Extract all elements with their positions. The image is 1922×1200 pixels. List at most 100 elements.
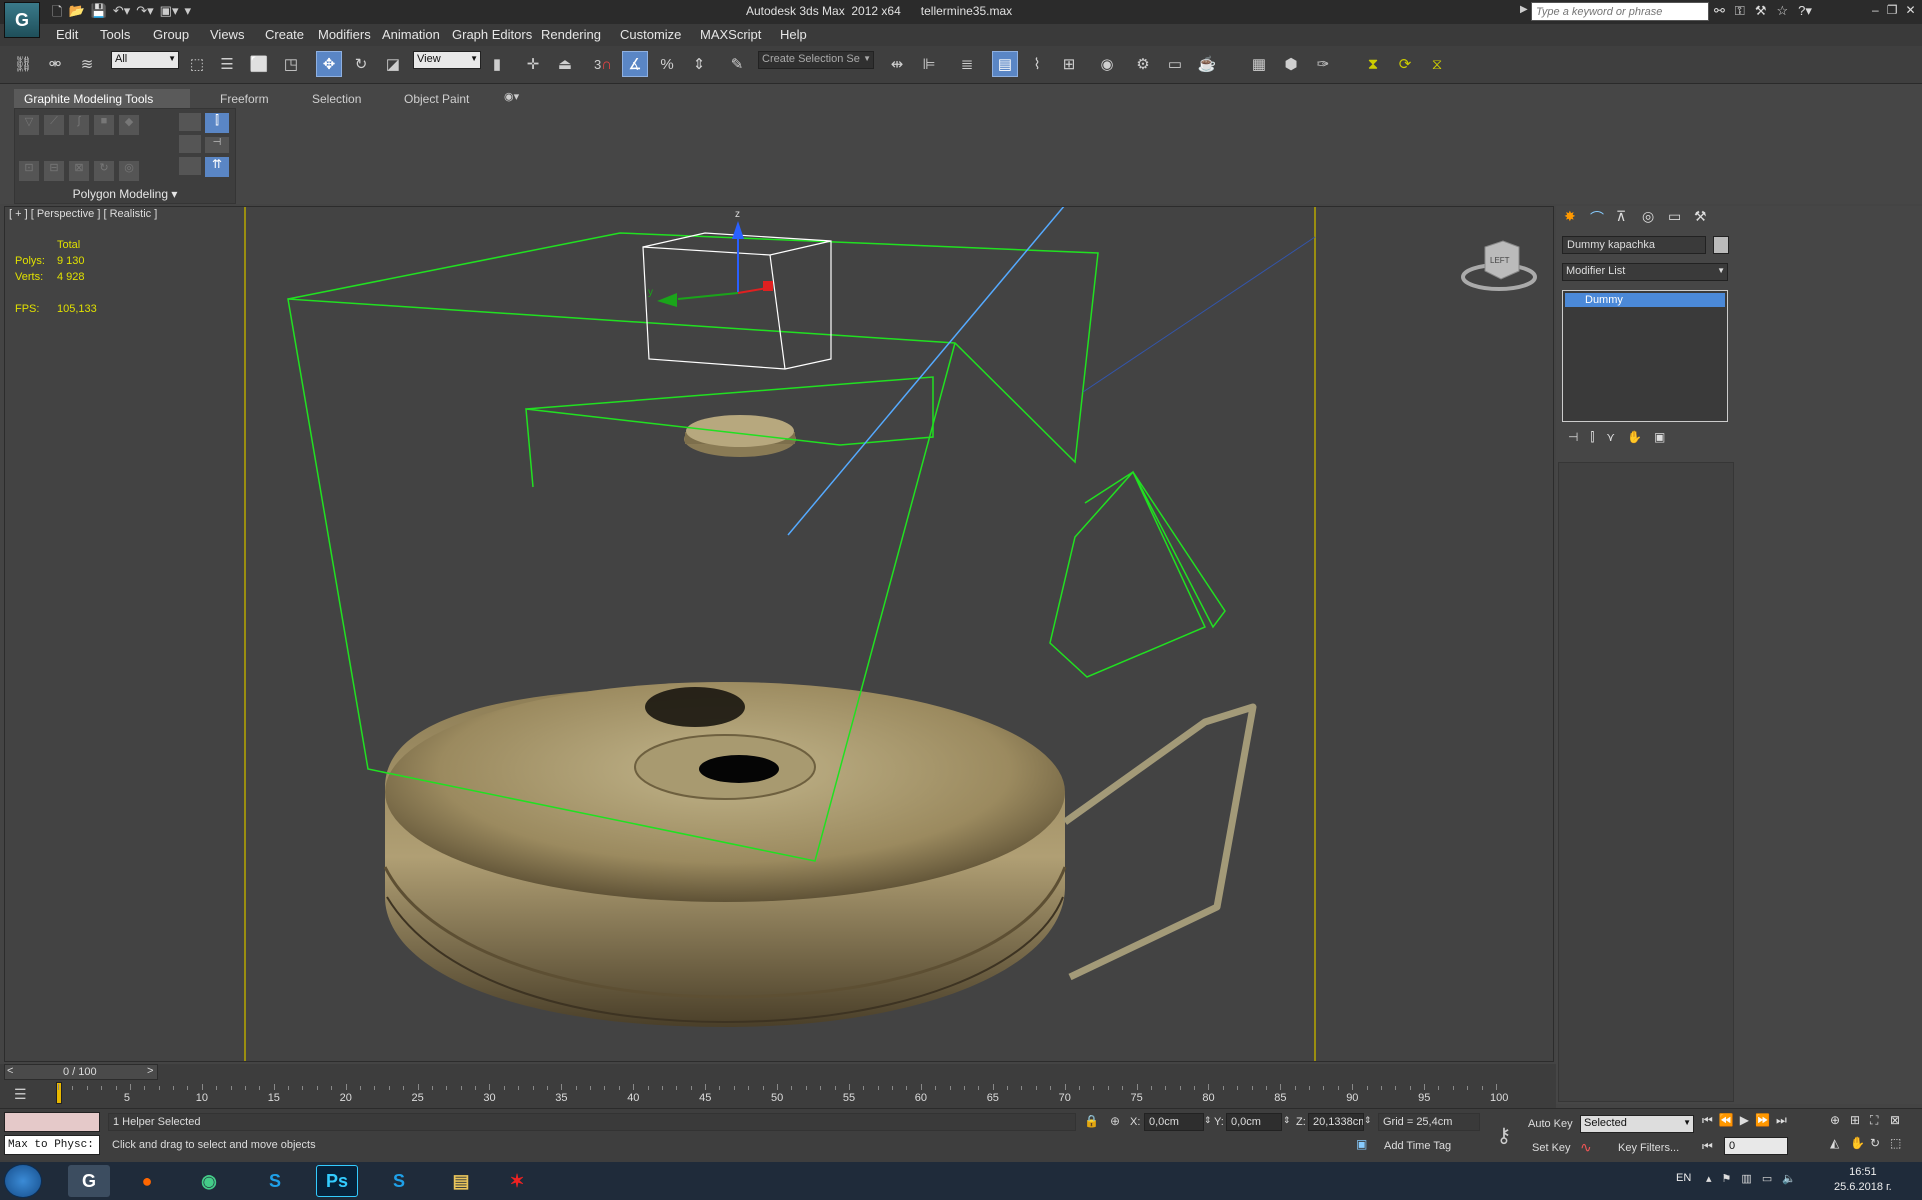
tray-network-icon[interactable]: ▥ — [1741, 1172, 1751, 1185]
restore-icon[interactable]: ❐ — [1887, 3, 1898, 17]
y-spinner-icon[interactable]: ⇕ — [1283, 1115, 1291, 1126]
search-expand-icon[interactable]: ▶ — [1520, 4, 1528, 15]
project-folder-icon[interactable]: ▣▾ — [160, 3, 179, 25]
previous-frame-icon[interactable]: ⏪ — [1719, 1113, 1734, 1128]
material-editor-icon[interactable]: ◉ — [1094, 51, 1120, 77]
menu-help[interactable]: Help — [780, 27, 807, 42]
unlink-icon[interactable]: ⚮ — [42, 51, 68, 77]
object-properties-icon[interactable]: ⬢ — [1278, 51, 1304, 77]
percent-snap-icon[interactable]: % — [654, 51, 680, 77]
rendered-frame-icon[interactable]: ▭ — [1162, 51, 1188, 77]
scene-explorer-icon[interactable]: ▦ — [1246, 51, 1272, 77]
tray-power-icon[interactable]: ▭ — [1762, 1172, 1772, 1185]
tab-object-paint[interactable]: Object Paint — [394, 89, 479, 109]
remove-modifier-icon[interactable]: ✋ — [1627, 430, 1642, 445]
clock[interactable]: 16:51 25.6.2018 г. — [1834, 1165, 1892, 1195]
menu-views[interactable]: Views — [210, 27, 244, 42]
create-tab-icon[interactable]: ✸ — [1564, 208, 1584, 228]
cap-model[interactable] — [684, 415, 796, 457]
tab-freeform[interactable]: Freeform — [210, 89, 279, 109]
taskbar-explorer-icon[interactable]: ▤ — [440, 1165, 482, 1197]
pan-icon[interactable]: ✋ — [1850, 1136, 1870, 1150]
menu-graph-editors[interactable]: Graph Editors — [452, 27, 532, 42]
x-coordinate-field[interactable]: 0,0cm — [1144, 1113, 1204, 1131]
schematic-view-icon[interactable]: ⊞ — [1056, 51, 1082, 77]
use-soft-selection-icon[interactable]: ⊠ — [69, 161, 89, 181]
start-button-icon[interactable] — [4, 1164, 42, 1198]
z-spinner-icon[interactable]: ⇕ — [1364, 1115, 1372, 1126]
next-frame-icon[interactable]: ⏩ — [1755, 1113, 1770, 1128]
tools-utility-icon[interactable]: ✑ — [1310, 51, 1336, 77]
modify-mode-icon[interactable]: ⇈ — [205, 157, 229, 177]
go-to-start-icon[interactable]: ⏮ — [1702, 1113, 1713, 1128]
edit-poly-icon[interactable]: ∫ — [69, 115, 89, 135]
prev-modifier-icon[interactable]: ▽ — [19, 115, 39, 135]
open-file-icon[interactable]: 📂 — [68, 3, 84, 25]
angle-snap-icon[interactable]: ∡ — [622, 51, 648, 77]
show-end-result-icon[interactable]: ⊡ — [19, 161, 39, 181]
menu-modifiers[interactable]: Modifiers — [318, 27, 371, 42]
quick-access-dropdown-icon[interactable]: ▾ — [184, 3, 191, 25]
zoom-extents-icon[interactable]: ⛶ — [1870, 1113, 1890, 1128]
orbit-icon[interactable]: ↻ — [1870, 1136, 1890, 1150]
timeline-ruler[interactable]: 5 10 15 20 25 30 35 40 45 50 55 60 65 70 75 80 85 90 95 100 — [0, 1064, 1556, 1108]
teller-mine-model[interactable] — [383, 682, 1257, 1027]
link-icon[interactable]: ⛓ — [10, 51, 36, 77]
auto-key-button[interactable]: Auto Key — [1528, 1118, 1573, 1130]
script-tool-3-icon[interactable]: ⧖ — [1424, 51, 1450, 77]
menu-rendering[interactable]: Rendering — [541, 27, 601, 42]
ribbon-options-icon[interactable]: ◉▾ — [504, 90, 519, 103]
select-object-icon[interactable]: ⬚ — [184, 51, 210, 77]
display-tab-icon[interactable]: ▭ — [1668, 208, 1688, 228]
favorite-star-icon[interactable]: ☆ — [1776, 3, 1788, 19]
spinner-snap-icon[interactable]: ⇕ — [686, 51, 712, 77]
element-icon[interactable]: ◆ — [119, 115, 139, 135]
hierarchy-tab-icon[interactable]: ⊼ — [1616, 208, 1636, 228]
select-manipulate-icon[interactable]: ✛ — [520, 51, 546, 77]
rotate-icon[interactable]: ↻ — [348, 51, 374, 77]
collapse-stack-icon[interactable]: ⊟ — [44, 161, 64, 181]
current-frame-field[interactable]: 0 — [1724, 1137, 1788, 1155]
pin-stack-icon[interactable]: ⊣ — [205, 137, 229, 153]
taskbar-firefox-icon[interactable]: ● — [126, 1165, 168, 1197]
configure-modifier-sets-icon[interactable]: ▣ — [1654, 430, 1665, 445]
edit-named-selection-icon[interactable]: ✎ — [724, 51, 750, 77]
undo-icon[interactable]: ↶▾ — [113, 3, 130, 25]
key-filters-button[interactable]: Key Filters... — [1618, 1142, 1679, 1154]
constraint-normal-icon[interactable] — [179, 157, 201, 175]
key-mode-toggle-icon[interactable]: ⏮ — [1702, 1139, 1713, 1154]
script-tool-1-icon[interactable]: ⧗ — [1360, 51, 1386, 77]
modifier-list-dropdown[interactable]: Modifier List — [1562, 263, 1728, 281]
next-modifier-icon[interactable]: ⟋ — [44, 115, 64, 135]
select-by-name-icon[interactable]: ☰ — [214, 51, 240, 77]
add-time-tag[interactable]: Add Time Tag — [1384, 1140, 1451, 1152]
reference-coordinate-dropdown[interactable]: View — [413, 51, 481, 69]
move-icon[interactable]: ✥ — [316, 51, 342, 77]
make-unique-icon[interactable]: ⋎ — [1606, 430, 1615, 445]
modify-tab-icon[interactable]: ⌒ — [1590, 208, 1610, 228]
set-key-button[interactable]: Set Key — [1532, 1142, 1571, 1154]
z-coordinate-field[interactable]: 20,1338cm — [1308, 1113, 1364, 1131]
render-setup-icon[interactable]: ⚙ — [1130, 51, 1156, 77]
maxscript-listener-output[interactable]: Max to Physc: — [4, 1135, 100, 1155]
quick-slice-icon[interactable]: ◎ — [119, 161, 139, 181]
tray-expand-icon[interactable]: ▴ — [1706, 1172, 1712, 1185]
y-coordinate-field[interactable]: 0,0cm — [1226, 1113, 1282, 1131]
viewcube[interactable]: LEFT — [1461, 240, 1537, 291]
window-crossing-icon[interactable]: ◳ — [278, 51, 304, 77]
menu-animation[interactable]: Animation — [382, 27, 440, 42]
bind-spacewarp-icon[interactable]: ≋ — [74, 51, 100, 77]
move-gizmo[interactable]: z y — [648, 209, 774, 307]
lock-selection-icon[interactable]: 🔒 — [1084, 1114, 1099, 1128]
keyboard-shortcut-icon[interactable]: ⏏ — [552, 51, 578, 77]
utilities-tab-icon[interactable]: ⚒ — [1694, 208, 1714, 228]
key-selection-dropdown[interactable]: Selected — [1580, 1115, 1694, 1133]
taskbar-3dsmax-icon[interactable]: G — [68, 1165, 110, 1197]
app-logo-icon[interactable]: G — [4, 2, 40, 38]
zoom-icon[interactable]: ⊕ — [1830, 1113, 1850, 1128]
wrench-icon[interactable]: ⚒ — [1755, 3, 1767, 19]
taskbar-photoshop-icon[interactable]: Ps — [316, 1165, 358, 1197]
key-curve-icon[interactable]: ∿ — [1580, 1139, 1592, 1156]
taskbar-app-icon[interactable]: ✶ — [496, 1165, 538, 1197]
constraint-edge-icon[interactable] — [179, 113, 201, 131]
